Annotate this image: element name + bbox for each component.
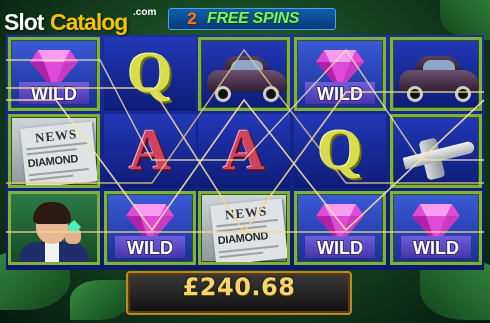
wild-label: WILD bbox=[317, 84, 363, 104]
game-screen: 2 FREE SPINS WILD Q WILD NEWS DIAMOND A … bbox=[0, 0, 490, 323]
wild-label: WILD bbox=[317, 238, 363, 258]
jungle-leaf-decoration bbox=[70, 280, 130, 320]
newspaper-icon: NEWS DIAMOND bbox=[210, 198, 287, 262]
reel-cell-wild: WILD bbox=[8, 37, 100, 111]
wild-label: WILD bbox=[127, 238, 173, 258]
jungle-leaf-decoration bbox=[440, 0, 490, 40]
reel-cell-plane bbox=[390, 114, 482, 188]
wheel-icon bbox=[215, 86, 231, 102]
newspaper-rule bbox=[219, 251, 264, 259]
letter-q-symbol: Q bbox=[127, 40, 173, 105]
logo-part-slot: Slot bbox=[4, 9, 44, 35]
reel-cell-man bbox=[8, 191, 100, 265]
reel-cell-car bbox=[390, 37, 482, 111]
free-spins-label: FREE SPINS bbox=[207, 10, 300, 27]
reel-cell-car bbox=[198, 37, 290, 111]
wheel-icon bbox=[407, 86, 423, 102]
reel-cell-a: A bbox=[104, 114, 196, 188]
reel-cell-q: Q bbox=[294, 114, 386, 188]
reel-grid: WILD Q WILD NEWS DIAMOND A A Q WILD NEWS… bbox=[6, 35, 484, 270]
letter-q-symbol: Q bbox=[317, 117, 363, 182]
letter-a-symbol: A bbox=[129, 117, 171, 182]
slotcatalog-watermark-logo: Slot Catalog .com bbox=[4, 7, 157, 35]
free-spins-count: 2 bbox=[187, 9, 197, 28]
wheel-icon bbox=[455, 86, 471, 102]
reel-cell-wild: WILD bbox=[294, 191, 386, 265]
newspaper-icon: NEWS DIAMOND bbox=[20, 121, 97, 185]
reel-cell-newspaper: NEWS DIAMOND bbox=[198, 191, 290, 265]
reel-cell-wild: WILD bbox=[104, 191, 196, 265]
reel-cell-q: Q bbox=[104, 37, 196, 111]
man-hair bbox=[33, 202, 71, 224]
newspaper-rule bbox=[29, 174, 74, 182]
logo-suffix: .com bbox=[133, 7, 157, 18]
wild-label: WILD bbox=[413, 238, 459, 258]
reel-cell-newspaper: NEWS DIAMOND bbox=[8, 114, 100, 188]
newspaper-headline: DIAMOND bbox=[217, 230, 269, 248]
wild-label: WILD bbox=[31, 84, 77, 104]
letter-a-symbol: A bbox=[223, 117, 265, 182]
logo-part-catalog: Catalog bbox=[50, 9, 128, 35]
car-window bbox=[231, 60, 263, 70]
newspaper-headline: DIAMOND bbox=[27, 153, 79, 171]
win-amount: £240.68 bbox=[182, 273, 296, 301]
reel-cell-a: A bbox=[198, 114, 290, 188]
man-shirt bbox=[45, 242, 59, 262]
wheel-icon bbox=[263, 86, 279, 102]
car-window bbox=[423, 60, 455, 70]
reel-cell-wild: WILD bbox=[294, 37, 386, 111]
win-amount-panel: £240.68 bbox=[126, 271, 352, 315]
reel-cell-wild: WILD bbox=[390, 191, 482, 265]
